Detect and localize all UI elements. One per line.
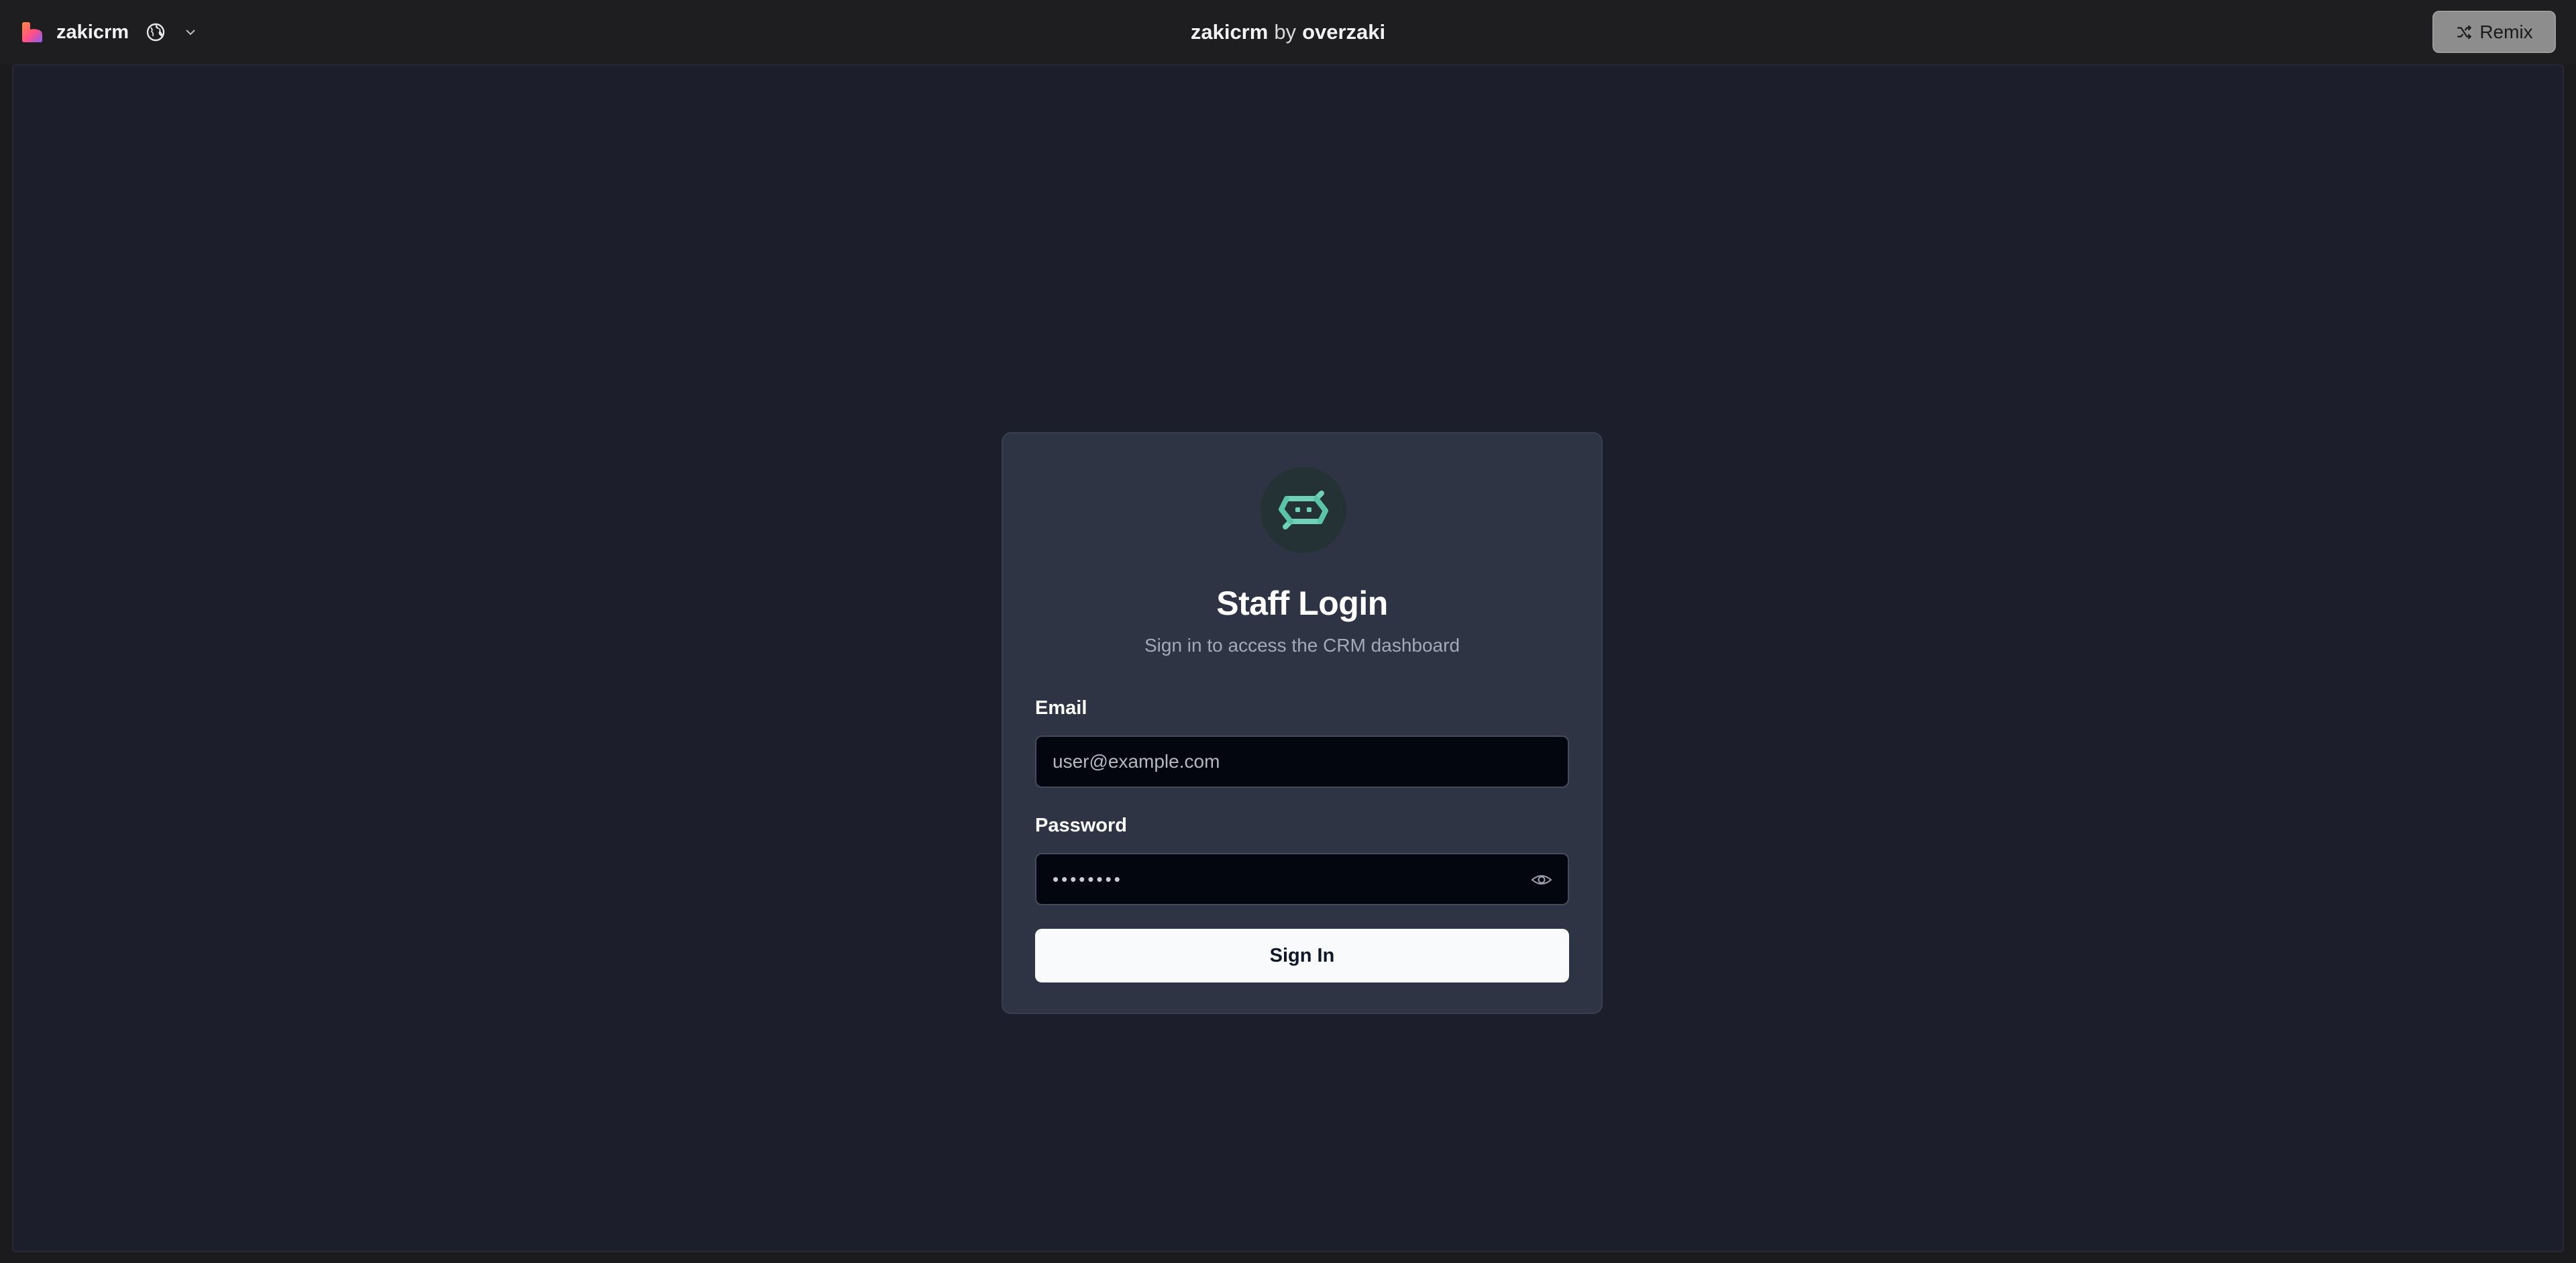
login-title: Staff Login xyxy=(1216,585,1388,622)
password-field[interactable] xyxy=(1035,853,1569,905)
remix-label: Remix xyxy=(2479,21,2533,42)
eye-icon[interactable] xyxy=(1530,868,1553,891)
zaki-logo xyxy=(1260,467,1346,553)
app-preview-frame: Staff Login Sign in to access the CRM da… xyxy=(12,64,2564,1252)
login-subtitle: Sign in to access the CRM dashboard xyxy=(1144,635,1460,656)
project-name: zakicrm xyxy=(1190,20,1269,44)
sign-in-button[interactable]: Sign In xyxy=(1035,929,1569,982)
login-card: Staff Login Sign in to access the CRM da… xyxy=(1002,432,1603,1014)
zaki-logo-icon xyxy=(1279,491,1328,529)
remix-button[interactable]: Remix xyxy=(2432,11,2556,53)
email-label: Email xyxy=(1035,697,1087,719)
email-field[interactable] xyxy=(1035,736,1569,788)
password-label: Password xyxy=(1035,815,1127,836)
title-by: by xyxy=(1274,20,1297,44)
top-bar: zakicrm zakicrm by overzaki Remix xyxy=(0,0,2576,64)
owner-name[interactable]: overzaki xyxy=(1302,20,1385,44)
page-title: zakicrm by overzaki xyxy=(0,0,2576,64)
shuffle-icon xyxy=(2457,24,2472,40)
